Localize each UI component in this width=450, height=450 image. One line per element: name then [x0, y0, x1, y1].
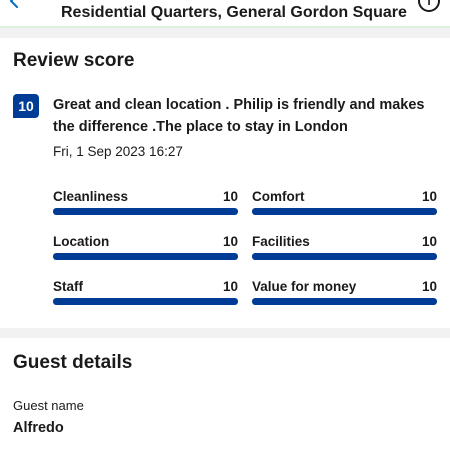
- rating-bar-fill: [53, 253, 238, 260]
- rating-bar: [53, 253, 238, 260]
- review-text: Great and clean location . Philip is fri…: [53, 97, 425, 135]
- guest-name-label: Guest name: [13, 398, 84, 413]
- rating-bar: [53, 298, 238, 305]
- rating-bar: [252, 298, 437, 305]
- arrow-left-icon: [7, 0, 23, 14]
- rating-bar: [53, 208, 238, 215]
- guest-name: Alfredo: [13, 420, 64, 436]
- rating-bar-fill: [252, 253, 437, 260]
- back-button[interactable]: [4, 0, 26, 14]
- rating-bar-fill: [252, 208, 437, 215]
- rating-bar-fill: [53, 298, 238, 305]
- rating-label: Comfort: [252, 189, 305, 204]
- guest-section-title: Guest details: [13, 352, 133, 373]
- info-circle-icon: i: [427, 0, 431, 8]
- review-section-title: Review score: [13, 50, 135, 71]
- score-badge: 10: [13, 94, 39, 118]
- info-button[interactable]: i: [418, 0, 440, 12]
- rating-value: 10: [421, 279, 437, 294]
- section-divider: [0, 28, 450, 38]
- rating-facilities: Facilities 10: [252, 234, 437, 264]
- rating-value: 10: [222, 279, 238, 294]
- rating-label: Cleanliness: [53, 189, 129, 204]
- rating-value: 10: [222, 234, 238, 249]
- review-date: Fri, 1 Sep 2023 16:27: [53, 144, 183, 159]
- rating-value: 10: [421, 234, 437, 249]
- rating-staff: Staff 10: [53, 279, 238, 309]
- rating-label: Staff: [53, 279, 83, 294]
- top-bar: Residential Quarters, General Gordon Squ…: [0, 0, 450, 28]
- rating-value: 10: [421, 189, 437, 204]
- rating-cleanliness: Cleanliness 10: [53, 189, 238, 219]
- rating-value: 10: [222, 189, 238, 204]
- rating-bar: [252, 208, 437, 215]
- section-divider: [0, 328, 450, 338]
- rating-label: Location: [53, 234, 110, 249]
- rating-label: Facilities: [252, 234, 310, 249]
- rating-value-for-money: Value for money 10: [252, 279, 437, 309]
- rating-label: Value for money: [252, 279, 357, 294]
- rating-location: Location 10: [53, 234, 238, 264]
- rating-bar-fill: [252, 298, 437, 305]
- rating-bar: [252, 253, 437, 260]
- rating-bar-fill: [53, 208, 238, 215]
- page-title: Residential Quarters, General Gordon Squ…: [61, 4, 407, 21]
- rating-comfort: Comfort 10: [252, 189, 437, 219]
